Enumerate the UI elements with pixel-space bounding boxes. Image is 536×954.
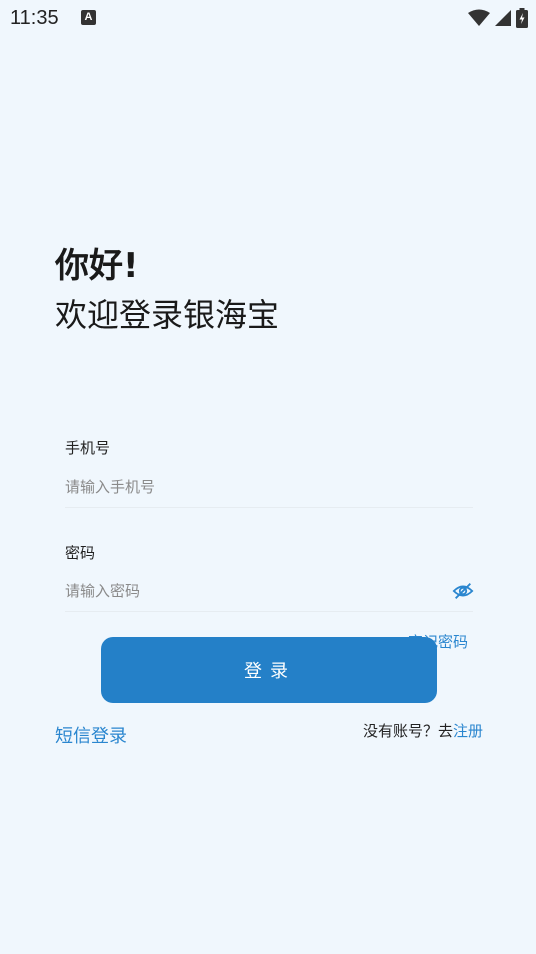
phone-label: 手机号 xyxy=(65,439,111,457)
no-account-text: 没有账号？去 xyxy=(362,722,453,740)
battery-icon xyxy=(516,8,528,28)
greeting-title: 你好! xyxy=(55,246,139,286)
password-input[interactable] xyxy=(65,571,473,612)
wifi-icon xyxy=(468,9,490,26)
sms-login-link[interactable]: 短信登录 xyxy=(55,722,127,748)
signal-icon xyxy=(495,10,511,26)
status-icons xyxy=(468,7,528,29)
status-bar: 11:35 A xyxy=(0,0,536,36)
register-row: 没有账号？去注册 xyxy=(363,720,483,741)
eye-off-icon[interactable] xyxy=(452,580,474,602)
phone-input[interactable] xyxy=(65,467,473,508)
notification-a-icon: A xyxy=(81,10,96,25)
welcome-title: 欢迎登录银海宝 xyxy=(55,296,280,334)
login-button[interactable]: 登录 xyxy=(101,637,437,703)
status-time: 11:35 xyxy=(10,7,59,29)
register-link[interactable]: 注册 xyxy=(453,722,483,740)
password-label: 密码 xyxy=(65,544,96,562)
